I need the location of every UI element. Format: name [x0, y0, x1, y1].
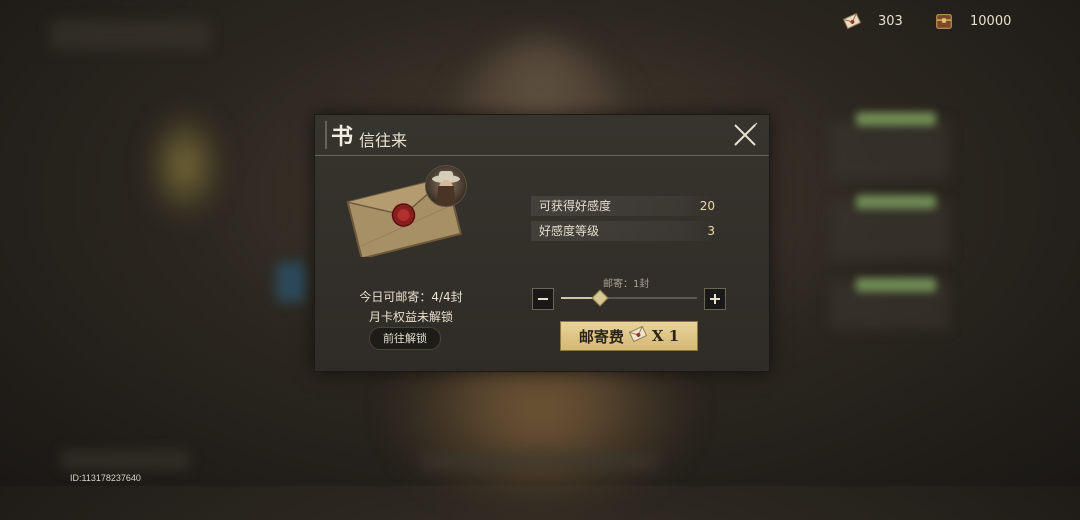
treasure-chest-icon — [934, 11, 954, 31]
letter-count: 303 — [878, 13, 903, 29]
dialog-title: 信往来 — [359, 131, 408, 150]
send-slider[interactable] — [561, 289, 697, 307]
background-panel — [830, 120, 950, 180]
minus-icon — [538, 298, 548, 300]
background-panel — [60, 450, 190, 470]
background-lamp — [150, 110, 220, 220]
letter-icon — [842, 11, 862, 31]
stat-value: 20 — [699, 199, 715, 213]
close-button[interactable] — [731, 121, 759, 149]
send-mail-button[interactable]: 邮寄费 X 1 — [560, 321, 698, 351]
stat-row-favor-level: 好感度等级 3 — [531, 221, 719, 241]
monthly-card-status: 月卡权益未解锁 — [368, 310, 453, 324]
character-avatar — [425, 165, 467, 207]
dialog-title-first-char: 书 — [331, 124, 354, 150]
plus-icon — [710, 294, 720, 304]
background-panel — [420, 452, 660, 470]
slider-thumb[interactable] — [591, 289, 609, 307]
close-icon — [734, 122, 758, 146]
postage-quantity: X 1 — [651, 327, 680, 345]
send-count-label: 邮寄：1封 — [603, 279, 650, 290]
dialog-header: 书 信往来 — [315, 115, 769, 156]
background-panel — [50, 20, 210, 50]
goto-unlock-button[interactable]: 前往解锁 — [369, 327, 441, 350]
background-highlight — [856, 278, 936, 292]
letter-resource: 303 — [842, 11, 903, 31]
stat-row-favor-gain: 可获得好感度 20 — [531, 196, 719, 216]
background-highlight — [856, 195, 936, 209]
stat-value: 3 — [707, 224, 715, 238]
letter-icon — [628, 325, 648, 347]
background-item — [276, 262, 306, 302]
decrease-button[interactable] — [532, 288, 554, 310]
background-panel — [830, 200, 950, 260]
increase-button[interactable] — [704, 288, 726, 310]
currency-resource: 10000 — [934, 11, 1011, 31]
background-highlight — [856, 112, 936, 126]
stat-label: 可获得好感度 — [539, 199, 612, 213]
stat-label: 好感度等级 — [539, 224, 600, 238]
user-id: ID:113178237640 — [70, 473, 141, 483]
postage-label: 邮寄费 — [578, 327, 624, 346]
daily-mail-count: 今日可邮寄：4/4封 — [359, 290, 463, 304]
correspondence-dialog: 书 信往来 今日可邮寄：4/4封 月卡权益未解锁 前往解锁 可获得好感度 20 … — [314, 114, 770, 372]
currency-count: 10000 — [970, 13, 1012, 29]
